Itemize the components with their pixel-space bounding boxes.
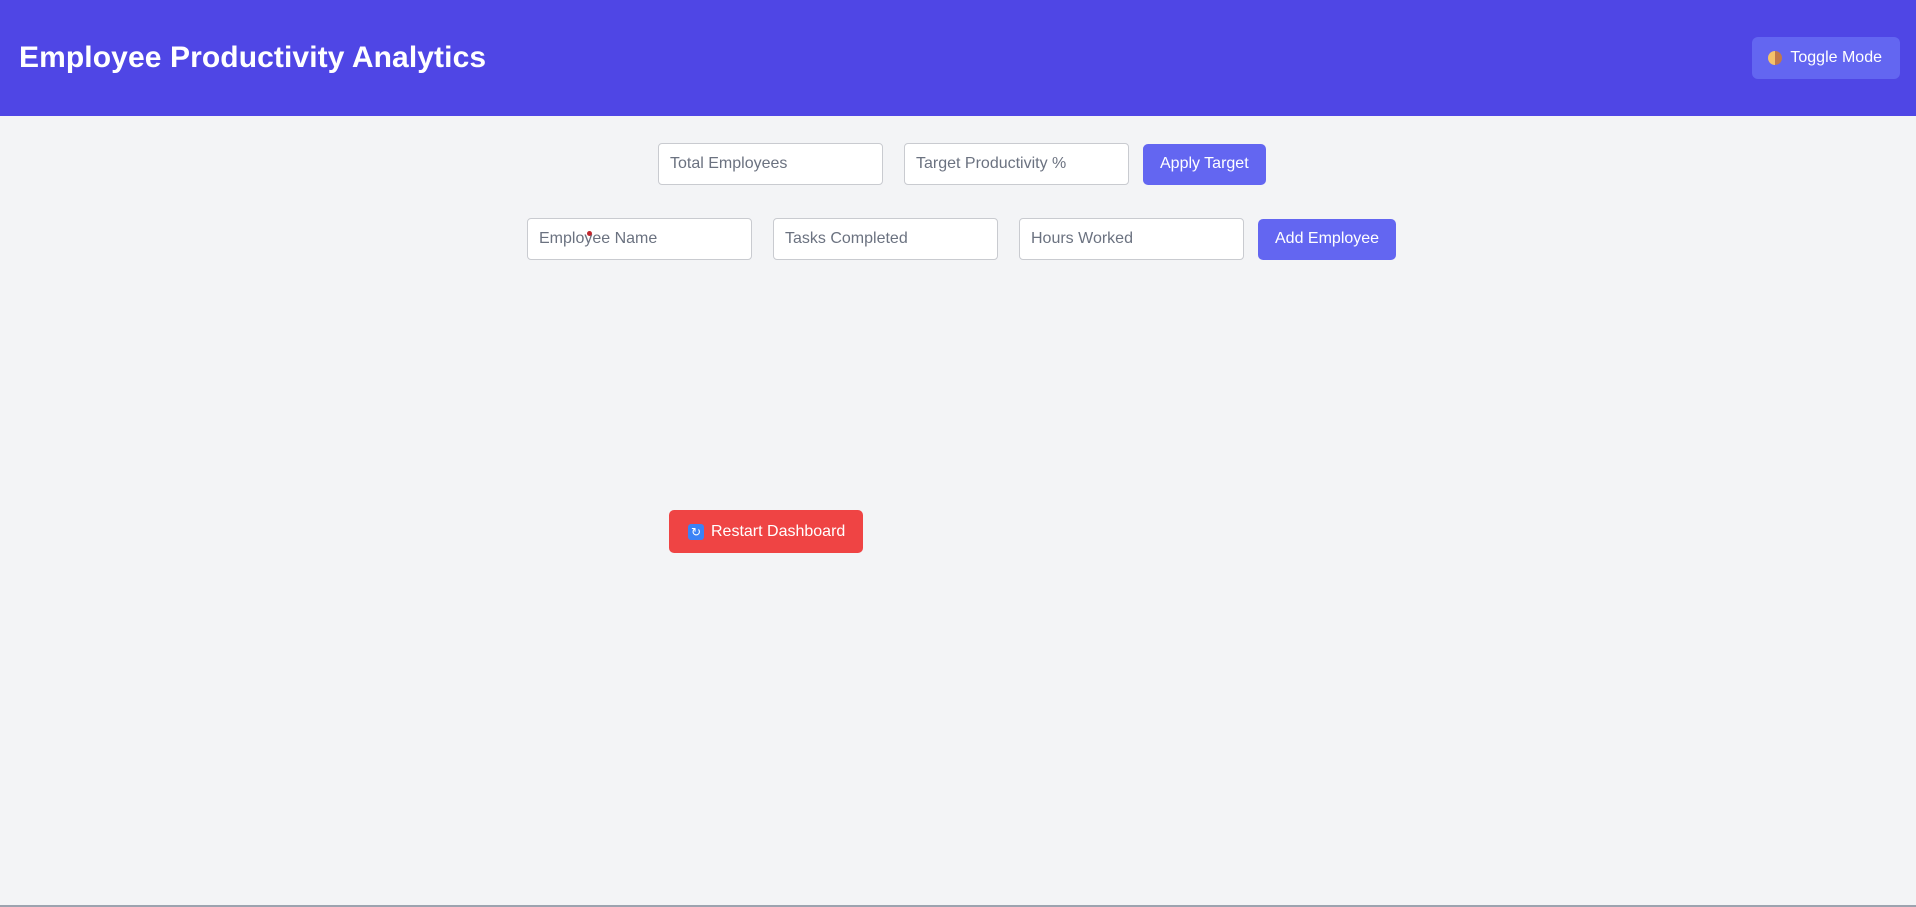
total-employees-input[interactable]: [658, 143, 883, 185]
apply-target-button[interactable]: Apply Target: [1143, 143, 1266, 185]
tasks-completed-input[interactable]: [773, 218, 998, 260]
add-employee-button[interactable]: Add Employee: [1258, 218, 1397, 260]
employee-form: Add Employee: [527, 218, 1397, 260]
target-form: Apply Target: [658, 143, 1266, 185]
toggle-mode-button[interactable]: Toggle Mode: [1752, 37, 1900, 79]
refresh-icon: ↻: [688, 523, 704, 540]
employee-name-input[interactable]: [527, 218, 752, 260]
moon-icon: [1768, 51, 1783, 65]
restart-dashboard-label: Restart Dashboard: [711, 522, 846, 540]
toggle-mode-label: Toggle Mode: [1790, 49, 1882, 66]
mouse-cursor-indicator: [587, 231, 592, 236]
restart-dashboard-button[interactable]: ↻ Restart Dashboard: [669, 510, 864, 553]
app-header: Employee Productivity Analytics Toggle M…: [0, 0, 1916, 116]
target-productivity-input[interactable]: [904, 143, 1129, 185]
dashboard-page: Employee Productivity Analytics Toggle M…: [0, 0, 1916, 907]
app-title: Employee Productivity Analytics: [19, 41, 487, 74]
hours-worked-input[interactable]: [1019, 218, 1244, 260]
